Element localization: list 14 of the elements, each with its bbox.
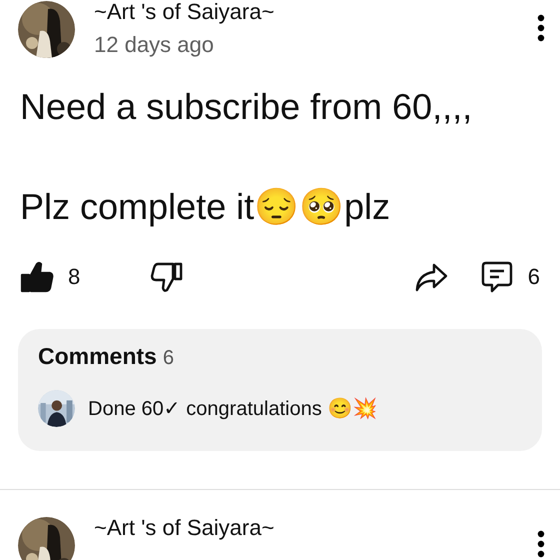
comments-button[interactable]: 6 <box>480 260 540 294</box>
comment-preview: Done 60✓ congratulations 😊💥 <box>88 396 378 421</box>
comments-title: Comments <box>38 343 157 370</box>
share-button[interactable] <box>414 262 448 292</box>
author-name[interactable]: ~Art 's of Saiyara~ <box>94 0 517 24</box>
post-time: 12 days ago <box>94 32 215 58</box>
dislike-button[interactable] <box>150 260 184 294</box>
author-name[interactable]: ~Art 's of Saiyara~ <box>94 516 517 540</box>
comments-card[interactable]: Comments 6 Done 60✓ congratulations 😊💥 <box>18 329 542 451</box>
more-options-icon[interactable] <box>536 530 546 558</box>
post-text: Need a subscribe from 60,,,, <box>20 85 474 129</box>
more-options-icon[interactable] <box>536 14 546 42</box>
post-text: Plz complete it😔🥺plz <box>20 185 392 229</box>
comments-count: 6 <box>162 347 174 370</box>
